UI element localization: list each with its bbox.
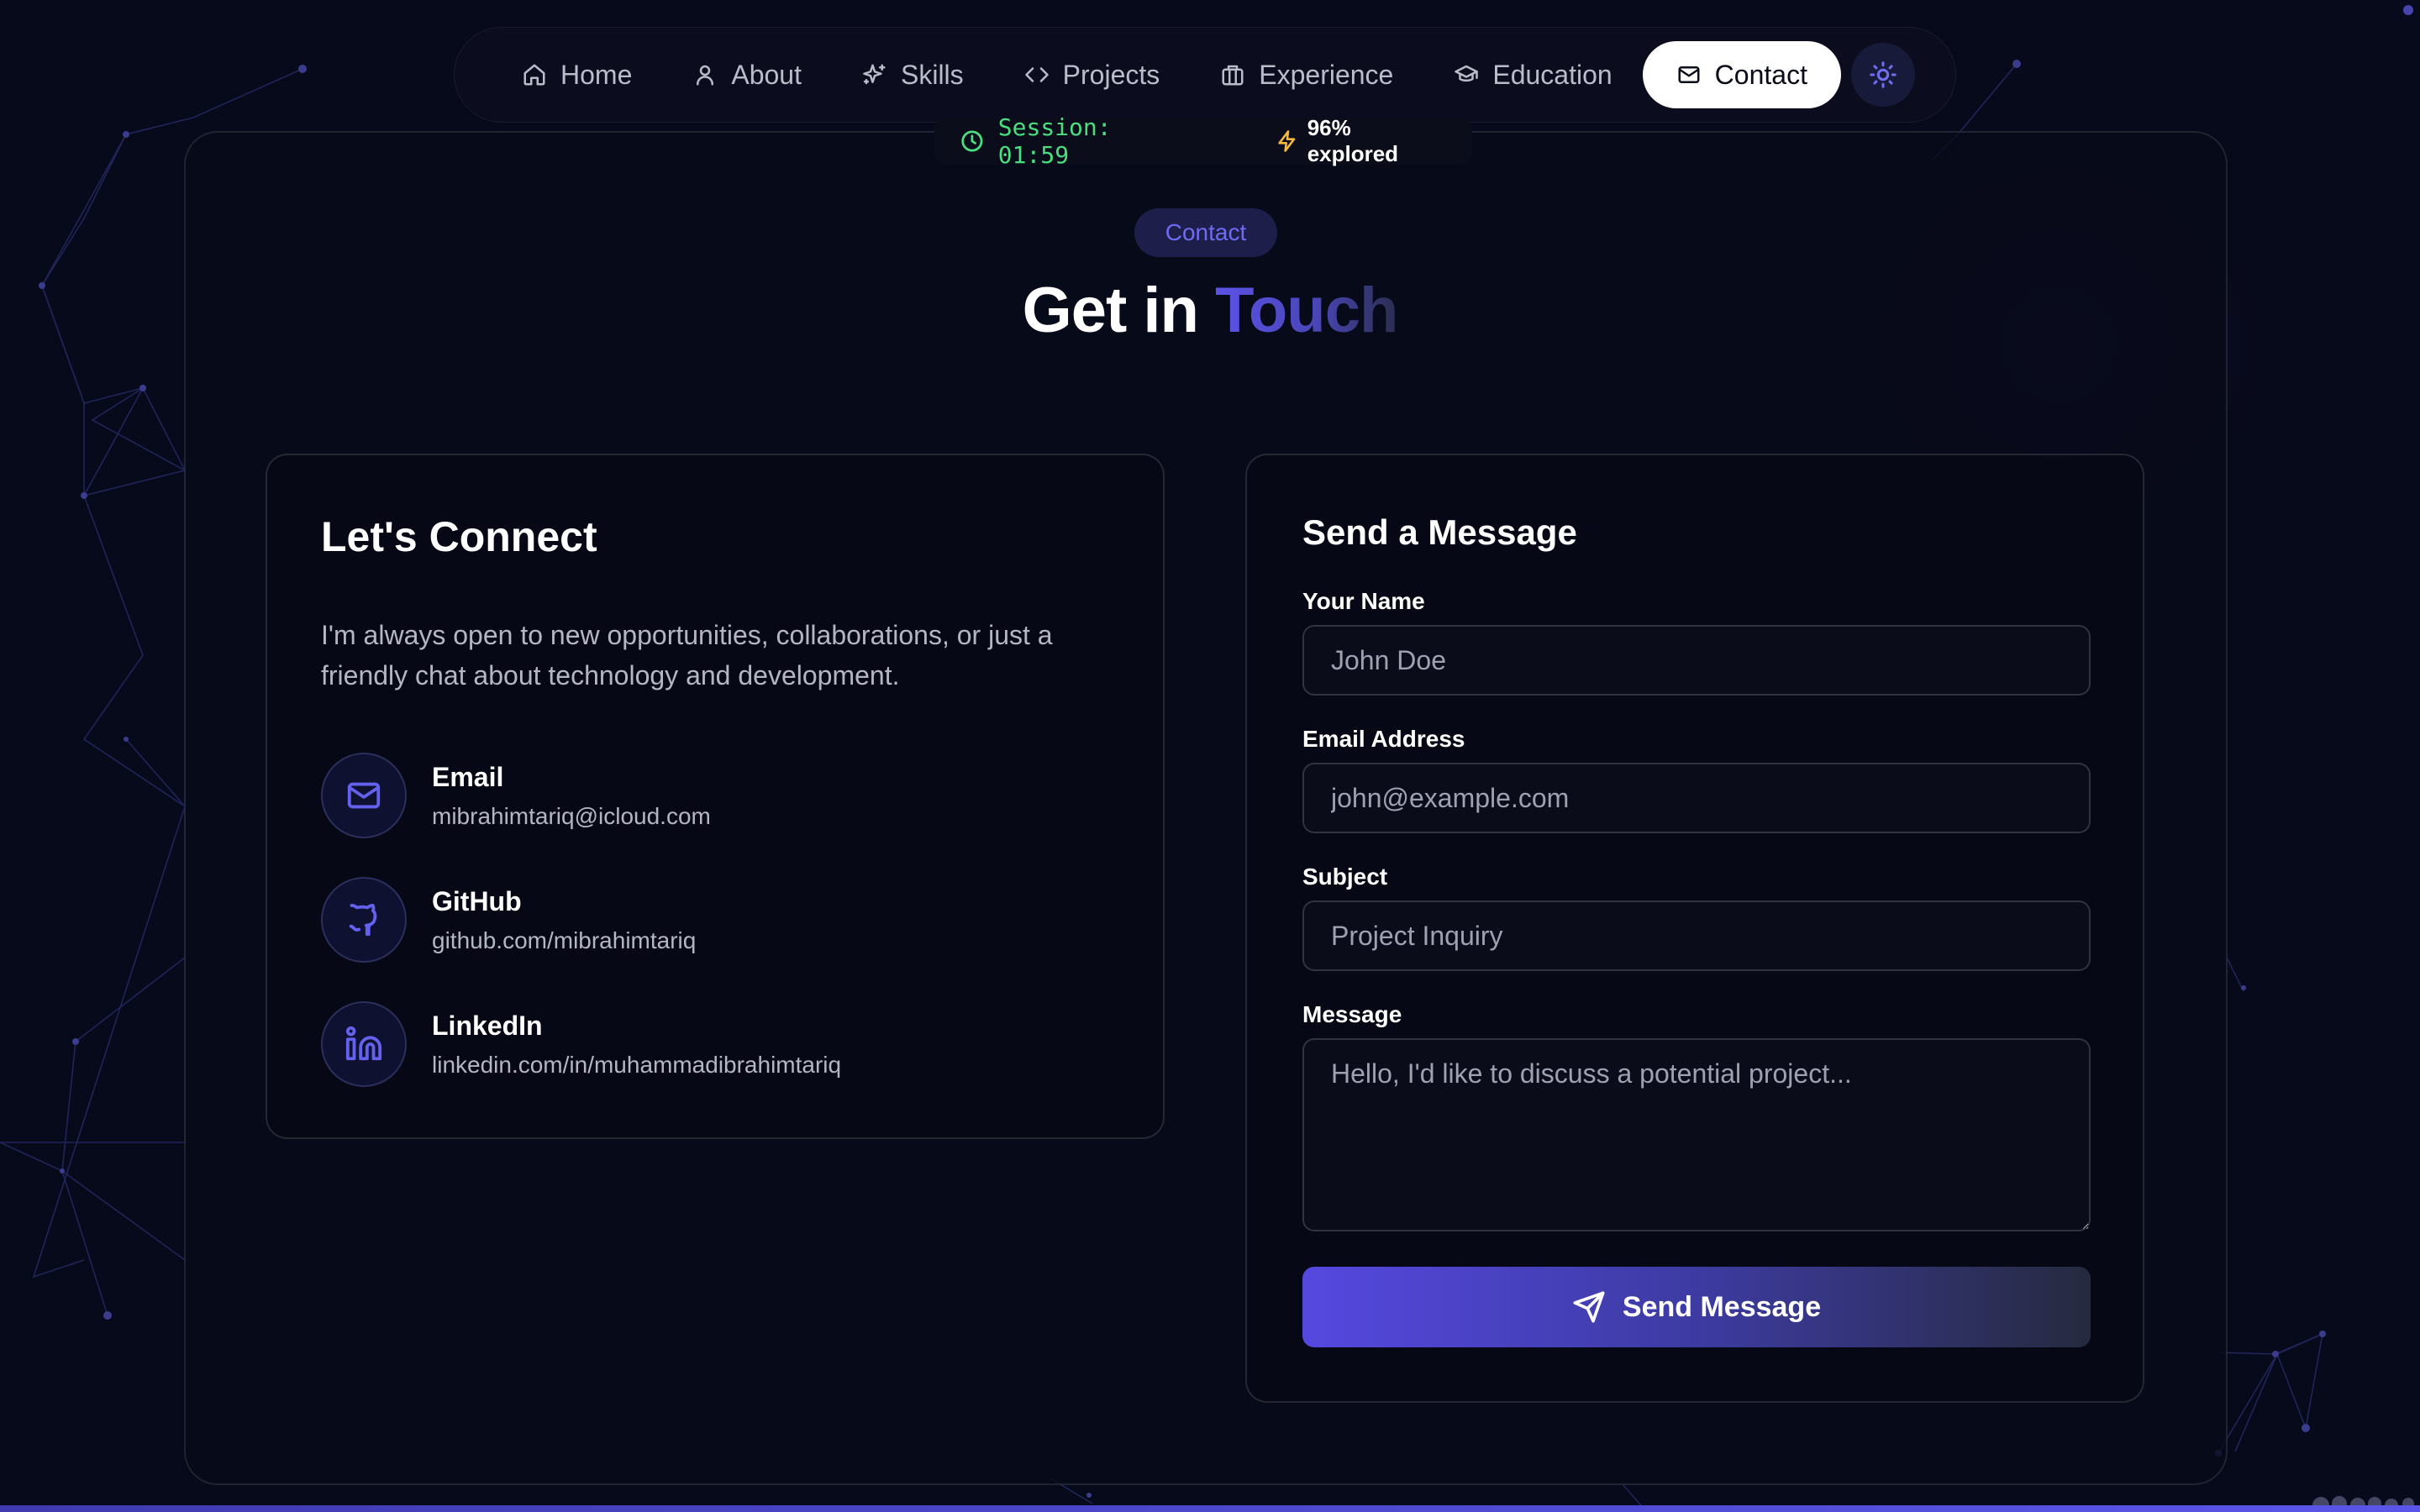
github-icon-circle: [321, 877, 407, 963]
connect-panel: Let's Connect I'm always open to new opp…: [266, 454, 1165, 1139]
contact-label: GitHub: [432, 885, 522, 916]
page-title: Get in Touch: [0, 274, 2420, 347]
top-navigation: Home About Skills Projects Experience Ed…: [454, 27, 1956, 123]
sparkles-icon: [863, 64, 886, 85]
nav-item-label: Skills: [900, 59, 964, 90]
nav-item-experience[interactable]: Experience: [1190, 41, 1423, 108]
linkedin-icon: [345, 1026, 382, 1061]
contact-value[interactable]: github.com/mibrahimtariq: [432, 927, 696, 954]
contact-item-email[interactable]: Email mibrahimtariq@icloud.com: [321, 753, 711, 838]
send-message-button[interactable]: Send Message: [1302, 1267, 2091, 1347]
session-status-bar: Session: 01:59 96% explored: [934, 113, 1472, 169]
email-label: Email Address: [1302, 726, 1465, 752]
mail-icon: [1678, 66, 1700, 83]
email-input[interactable]: [1302, 763, 2091, 833]
section-badge: Contact: [1134, 208, 1277, 257]
nav-item-label: Education: [1492, 59, 1612, 90]
message-label: Message: [1302, 1001, 1402, 1027]
nav-item-label: Home: [560, 59, 633, 90]
nav-item-skills[interactable]: Skills: [832, 41, 994, 108]
nav-item-label: Projects: [1062, 59, 1160, 90]
user-icon: [697, 65, 714, 86]
subject-input[interactable]: [1302, 900, 2091, 971]
session-timer: Session: 01:59: [997, 113, 1112, 169]
contact-item-linkedin[interactable]: LinkedIn linkedin.com/in/muhammadibrahim…: [321, 1001, 841, 1087]
mail-icon: [347, 782, 381, 809]
briefcase-icon: [1222, 65, 1244, 86]
explored-progress: 96% explored: [1307, 115, 1399, 166]
contact-value[interactable]: mibrahimtariq@icloud.com: [432, 803, 711, 830]
bolt-icon: [1278, 130, 1296, 152]
title-main: Get in: [1022, 275, 1216, 346]
sun-icon: [1870, 61, 1897, 88]
nav-item-about[interactable]: About: [662, 41, 832, 108]
home-icon: [523, 64, 545, 86]
nav-item-contact[interactable]: Contact: [1642, 41, 1841, 108]
nav-item-projects[interactable]: Projects: [994, 41, 1191, 108]
message-form-panel: Send a Message Your Name Email Address S…: [1245, 454, 2144, 1403]
name-input[interactable]: [1302, 625, 2091, 696]
scroll-progress-bar: [0, 1505, 2420, 1512]
nav-item-home[interactable]: Home: [492, 41, 662, 108]
form-title: Send a Message: [1302, 512, 1577, 552]
contact-value[interactable]: linkedin.com/in/muhammadibrahimtariq: [432, 1052, 841, 1079]
theme-toggle-button[interactable]: [1850, 43, 1915, 107]
connect-title: Let's Connect: [321, 513, 597, 560]
contact-label: Email: [432, 761, 504, 792]
nav-item-label: About: [731, 59, 802, 90]
title-accent: Touch: [1215, 275, 1398, 346]
email-icon-circle: [321, 753, 407, 838]
graduation-cap-icon: [1455, 65, 1479, 82]
nav-item-education[interactable]: Education: [1423, 41, 1642, 108]
connect-description: I'm always open to new opportunities, co…: [321, 620, 1053, 690]
nav-item-label: Contact: [1714, 59, 1807, 90]
message-textarea[interactable]: [1302, 1038, 2091, 1231]
github-icon: [349, 903, 377, 937]
contact-item-github[interactable]: GitHub github.com/mibrahimtariq: [321, 877, 696, 963]
clock-icon: [961, 130, 983, 152]
code-icon: [1024, 67, 1049, 82]
send-button-label: Send Message: [1622, 1290, 1822, 1323]
nav-item-label: Experience: [1259, 59, 1394, 90]
linkedin-icon-circle: [321, 1001, 407, 1087]
send-icon: [1573, 1291, 1605, 1323]
subject-label: Subject: [1302, 864, 1388, 890]
contact-label: LinkedIn: [432, 1010, 543, 1041]
name-label: Your Name: [1302, 588, 1425, 614]
